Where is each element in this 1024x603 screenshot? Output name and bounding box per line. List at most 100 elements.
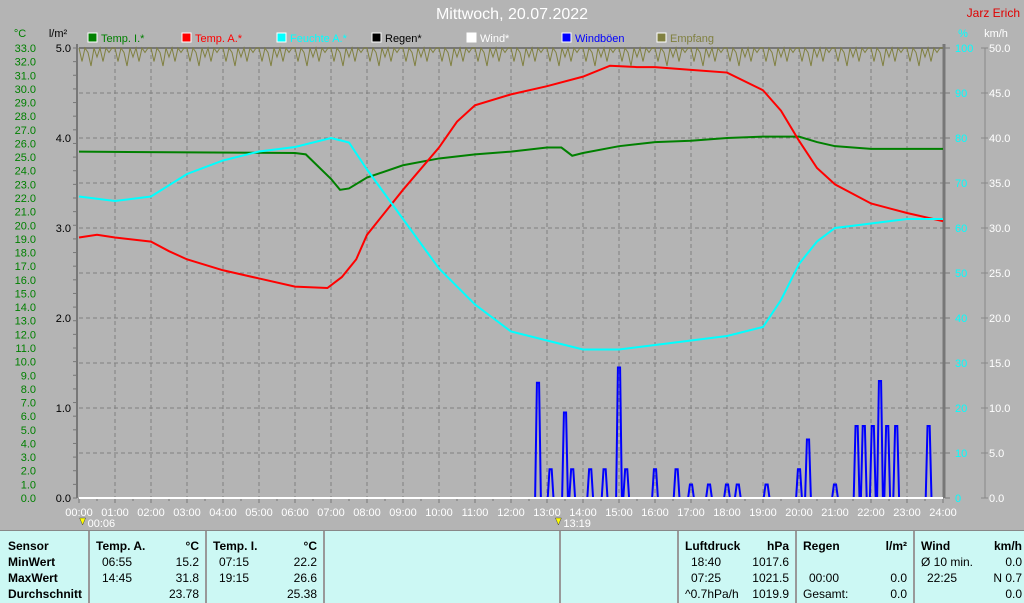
legend-swatch <box>561 32 572 43</box>
wind-max: N 0.7 <box>993 571 1022 585</box>
temp-tick-label: 14.0 <box>15 302 36 314</box>
temp-tick-label: 23.0 <box>15 179 36 191</box>
weather-chart: °C l/m²% km/h0.01.02.03.04.05.06.07.08.09.… <box>14 28 1011 530</box>
pressure-header: Luftdruck <box>685 539 741 553</box>
humidity-tick-label: 60 <box>955 223 967 235</box>
stats-panel: Sensor MinWert MaxWert Durchschnitt Temp… <box>0 530 1024 603</box>
wind-tick-label: 20.0 <box>989 313 1010 325</box>
rain-tick-label: 1.0 <box>56 403 71 415</box>
temp-i-max: 26.6 <box>293 571 317 585</box>
temp-tick-label: 27.0 <box>15 125 36 137</box>
temp-tick-label: 26.0 <box>15 138 36 150</box>
legend-label: Empfang <box>670 33 714 45</box>
rain-total: 0.0 <box>890 587 907 601</box>
temp-tick-label: 15.0 <box>15 288 36 300</box>
humidity-axis-unit: % <box>958 28 968 40</box>
x-tick-label: 08:00 <box>353 507 381 519</box>
temp-tick-label: 11.0 <box>15 343 36 355</box>
temp-tick-label: 31.0 <box>15 70 36 82</box>
temp-i-avg: 25.38 <box>286 587 317 601</box>
temp-tick-label: 4.0 <box>21 438 36 450</box>
temp-tick-label: 16.0 <box>15 275 36 287</box>
x-tick-label: 06:00 <box>281 507 309 519</box>
wind-header: Wind <box>921 539 951 553</box>
humidity-tick-label: 10 <box>955 448 967 460</box>
legend-label: Regen* <box>385 33 422 45</box>
x-tick-label: 13:00 <box>533 507 561 519</box>
temp-tick-label: 17.0 <box>15 261 36 273</box>
pressure-max-time: 07:25 <box>691 571 722 585</box>
col-temp-a: Temp. A. °C 06:55 15.2 14:45 31.8 23.78 <box>88 531 205 603</box>
wind-tick-label: 15.0 <box>989 358 1010 370</box>
legend-swatch <box>466 32 477 43</box>
temp-tick-label: 9.0 <box>21 370 36 382</box>
temp-a-unit: °C <box>185 539 199 553</box>
x-tick-label: 24:00 <box>929 507 957 519</box>
temp-tick-label: 24.0 <box>15 166 36 178</box>
rain-tick-label: 4.0 <box>56 133 71 145</box>
pressure-max: 1021.5 <box>752 571 789 585</box>
x-tick-label: 04:00 <box>209 507 237 519</box>
x-tick-label: 09:00 <box>389 507 417 519</box>
legend-swatch <box>656 32 667 43</box>
humidity-tick-label: 90 <box>955 88 967 100</box>
wind-tick-label: 40.0 <box>989 133 1010 145</box>
rain-unit: l/m² <box>885 539 907 553</box>
temp-tick-label: 30.0 <box>15 84 36 96</box>
temp-tick-label: 20.0 <box>15 220 36 232</box>
temp-axis-unit: °C <box>14 28 26 40</box>
pressure-min: 1017.6 <box>752 555 789 569</box>
marker-label: 13:19 <box>563 518 591 530</box>
wind-day: 0.0 <box>1005 587 1022 601</box>
temp-tick-label: 32.0 <box>15 57 36 69</box>
wind-unit: km/h <box>993 539 1022 553</box>
humidity-tick-label: 50 <box>955 268 967 280</box>
temp-a-min: 15.2 <box>175 555 199 569</box>
temp-tick-label: 7.0 <box>21 398 36 410</box>
rain-tick-label: 0.0 <box>56 493 71 505</box>
col-empty-2 <box>441 531 559 603</box>
temp-a-header: Temp. A. <box>96 539 146 553</box>
marker-label: 00:06 <box>88 518 116 530</box>
temp-tick-label: 6.0 <box>21 411 36 423</box>
legend-swatch <box>276 32 287 43</box>
x-tick-label: 18:00 <box>713 507 741 519</box>
temp-tick-label: 0.0 <box>21 493 36 505</box>
temp-a-max-time: 14:45 <box>102 571 133 585</box>
temp-tick-label: 22.0 <box>15 193 36 205</box>
minwert-label: MinWert <box>8 555 56 569</box>
x-tick-label: 19:00 <box>749 507 777 519</box>
rain-tick-label: 5.0 <box>56 43 71 55</box>
temp-tick-label: 8.0 <box>21 384 36 396</box>
wind-tick-label: 50.0 <box>989 43 1010 55</box>
col-empty-1 <box>323 531 441 603</box>
avg-label: Durchschnitt <box>8 587 83 601</box>
col-wind: Wind km/h Ø 10 min. 0.0 22:25 N 0.7 0.0 <box>913 531 1024 603</box>
wind-tick-label: 35.0 <box>989 178 1010 190</box>
x-tick-label: 20:00 <box>785 507 813 519</box>
rain-total-label: Gesamt: <box>803 587 849 601</box>
humidity-tick-label: 30 <box>955 358 967 370</box>
pressure-min-time: 18:40 <box>691 555 722 569</box>
humidity-tick-label: 0 <box>955 493 961 505</box>
sensor-header: Sensor <box>8 539 49 553</box>
temp-tick-label: 12.0 <box>15 329 36 341</box>
x-tick-label: 10:00 <box>425 507 453 519</box>
x-tick-label: 02:00 <box>137 507 165 519</box>
maxwert-label: MaxWert <box>8 571 58 585</box>
temp-tick-label: 3.0 <box>21 452 36 464</box>
pressure-avg: 1019.9 <box>752 587 789 601</box>
legend-label: Feuchte A.* <box>290 33 348 45</box>
temp-i-max-time: 19:15 <box>219 571 250 585</box>
rain-tick-label: 2.0 <box>56 313 71 325</box>
legend-label: Temp. I.* <box>101 33 145 45</box>
legend-label: Wind* <box>480 33 510 45</box>
legend-swatch <box>181 32 192 43</box>
col-empty-3 <box>559 531 677 603</box>
x-tick-label: 07:00 <box>317 507 345 519</box>
temp-a-min-time: 06:55 <box>102 555 133 569</box>
col-pressure: Luftdruck hPa 18:40 1017.6 07:25 1021.5 … <box>677 531 795 603</box>
x-tick-label: 17:00 <box>677 507 705 519</box>
wind-tick-label: 45.0 <box>989 88 1010 100</box>
temp-tick-label: 19.0 <box>15 234 36 246</box>
